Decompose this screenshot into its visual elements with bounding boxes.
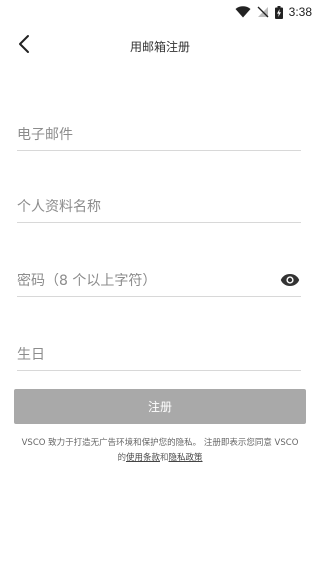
birthday-field-container — [17, 340, 301, 371]
email-field-container — [17, 120, 301, 151]
top-bar: 用邮箱注册 — [0, 24, 320, 68]
eye-icon — [280, 273, 300, 291]
profile-name-field[interactable] — [17, 199, 301, 215]
terms-text-prefix: 的 — [117, 453, 126, 463]
terms-notice: VSCO 致力于打造无广告环境和保护您的隐私。 注册即表示您同意 VSCO 的使… — [14, 436, 306, 466]
email-field[interactable] — [17, 127, 301, 143]
password-visibility-toggle[interactable] — [279, 271, 301, 293]
terms-text-line1: VSCO 致力于打造无广告环境和保护您的隐私。 注册即表示您同意 VSCO — [21, 438, 299, 448]
status-time: 3:38 — [288, 5, 312, 19]
page-title: 用邮箱注册 — [129, 40, 190, 54]
terms-of-use-link[interactable]: 使用条款 — [126, 453, 160, 463]
wifi-icon — [235, 6, 251, 18]
signup-button[interactable]: 注册 — [14, 389, 306, 424]
password-field-container — [17, 266, 301, 297]
password-field[interactable] — [17, 273, 267, 289]
terms-and-text: 和 — [160, 453, 169, 463]
battery-charging-icon — [274, 5, 283, 19]
privacy-policy-link[interactable]: 隐私政策 — [169, 453, 203, 463]
no-signal-icon — [257, 6, 269, 18]
birthday-field[interactable] — [17, 347, 301, 363]
status-bar: 3:38 — [0, 0, 320, 24]
profile-name-field-container — [17, 192, 301, 223]
